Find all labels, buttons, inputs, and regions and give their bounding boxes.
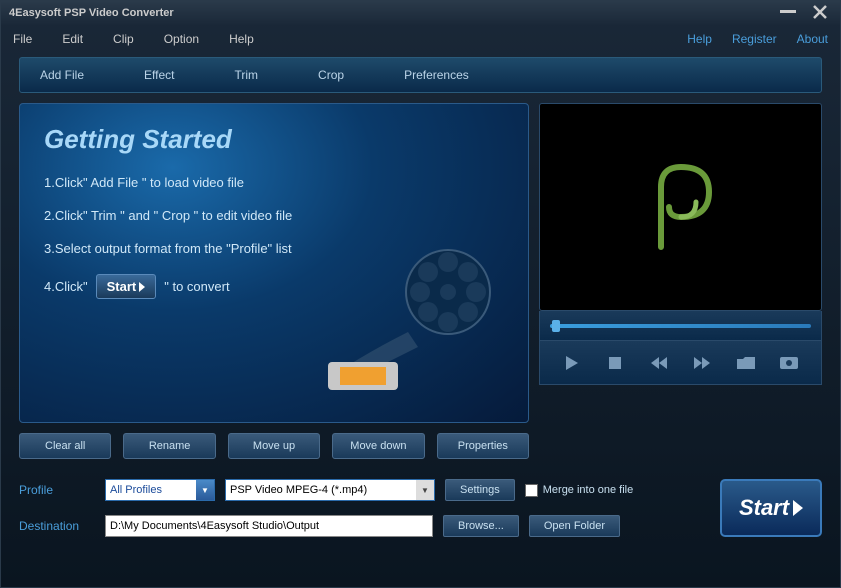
- link-about[interactable]: About: [797, 32, 828, 46]
- snapshot-button[interactable]: [777, 351, 801, 375]
- app-window: 4Easysoft PSP Video Converter File Edit …: [0, 0, 841, 588]
- chevron-down-icon: ▼: [196, 480, 214, 500]
- seek-bar[interactable]: [539, 311, 822, 341]
- menubar: File Edit Clip Option Help Help Register…: [1, 25, 840, 53]
- move-down-button[interactable]: Move down: [332, 433, 424, 459]
- link-help[interactable]: Help: [687, 32, 712, 46]
- film-reel-illustration: [328, 232, 508, 392]
- profile-label: Profile: [19, 483, 95, 497]
- toolbar-trim[interactable]: Trim: [235, 68, 259, 82]
- play-icon: [139, 282, 145, 292]
- properties-button[interactable]: Properties: [437, 433, 529, 459]
- seek-thumb[interactable]: [552, 320, 560, 332]
- close-button[interactable]: [810, 5, 830, 19]
- chevron-down-icon: ▼: [416, 480, 434, 500]
- menu-file[interactable]: File: [13, 32, 32, 46]
- profile-combo[interactable]: PSP Video MPEG-4 (*.mp4) ▼: [225, 479, 435, 501]
- menu-edit[interactable]: Edit: [62, 32, 83, 46]
- open-button[interactable]: [734, 351, 758, 375]
- link-register[interactable]: Register: [732, 32, 777, 46]
- app-title: 4Easysoft PSP Video Converter: [9, 7, 174, 19]
- open-folder-button[interactable]: Open Folder: [529, 515, 620, 537]
- toolbar: Add File Effect Trim Crop Preferences: [19, 57, 822, 93]
- menu-help[interactable]: Help: [229, 32, 254, 46]
- toolbar-preferences[interactable]: Preferences: [404, 68, 469, 82]
- start-button[interactable]: Start: [720, 479, 822, 537]
- clear-all-button[interactable]: Clear all: [19, 433, 111, 459]
- menu-clip[interactable]: Clip: [113, 32, 134, 46]
- destination-label: Destination: [19, 519, 95, 533]
- getting-started-panel: Getting Started 1.Click" Add File " to l…: [19, 103, 529, 423]
- step-2: 2.Click" Trim " and " Crop " to edit vid…: [44, 208, 504, 223]
- minimize-button[interactable]: [778, 5, 798, 19]
- menu-option[interactable]: Option: [164, 32, 199, 46]
- play-button[interactable]: [560, 351, 584, 375]
- toolbar-crop[interactable]: Crop: [318, 68, 344, 82]
- toolbar-effect[interactable]: Effect: [144, 68, 174, 82]
- getting-started-title: Getting Started: [44, 124, 504, 155]
- video-preview: [539, 103, 822, 311]
- checkbox-icon: [525, 484, 538, 497]
- logo-icon: [641, 157, 721, 257]
- step-1: 1.Click" Add File " to load video file: [44, 175, 504, 190]
- profile-filter-combo[interactable]: All Profiles ▼: [105, 479, 215, 501]
- move-up-button[interactable]: Move up: [228, 433, 320, 459]
- stop-button[interactable]: [603, 351, 627, 375]
- player-controls: [539, 341, 822, 385]
- prev-button[interactable]: [647, 351, 671, 375]
- browse-button[interactable]: Browse...: [443, 515, 519, 537]
- rename-button[interactable]: Rename: [123, 433, 215, 459]
- settings-button[interactable]: Settings: [445, 479, 515, 501]
- merge-checkbox[interactable]: Merge into one file: [525, 484, 634, 497]
- titlebar: 4Easysoft PSP Video Converter: [1, 1, 840, 25]
- inline-start-illustration: Start: [96, 274, 157, 299]
- toolbar-add-file[interactable]: Add File: [40, 68, 84, 82]
- destination-input[interactable]: [105, 515, 433, 537]
- next-button[interactable]: [690, 351, 714, 375]
- play-icon: [793, 500, 803, 516]
